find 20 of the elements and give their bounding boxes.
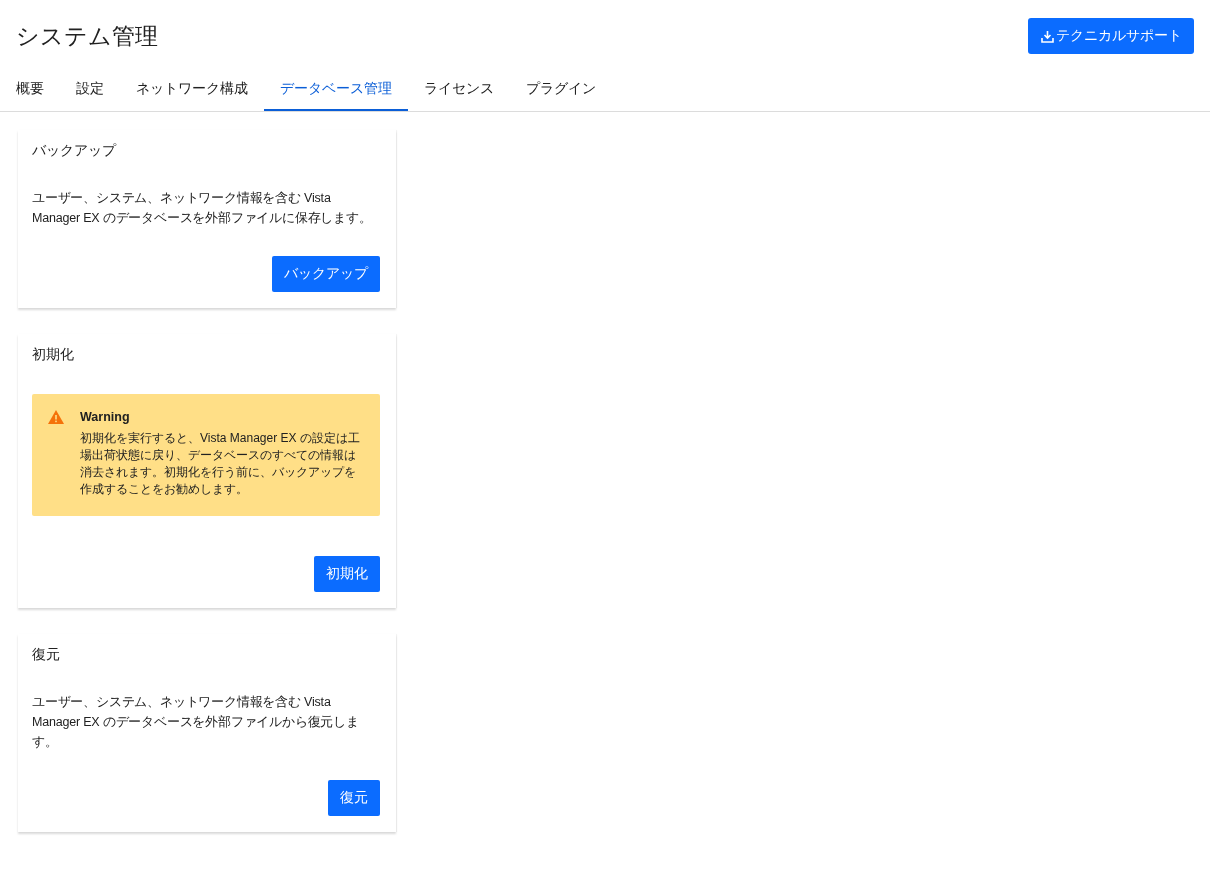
page-title: システム管理 (16, 21, 158, 51)
tab[interactable]: データベース管理 (264, 68, 408, 111)
technical-support-button[interactable]: テクニカルサポート (1028, 18, 1194, 54)
tab[interactable]: ライセンス (408, 68, 510, 111)
tab[interactable]: 設定 (60, 68, 120, 111)
tab[interactable]: プラグイン (510, 68, 612, 111)
card-title: 復元 (32, 645, 61, 664)
card-description: ユーザー、システム、ネットワーク情報を含む Vista Manager EX のデータベースを外部ファイルに保存します。 (32, 190, 373, 227)
download-icon (1041, 29, 1054, 43)
warning-message: 初期化を実行すると、Vista Manager EX の設定は工場出荷状態に戻り、データベースのすべての情報は消去されます。初期化を行う前に、バックアップを作成することをお勧めします。 (80, 430, 361, 498)
card-title: 初期化 (32, 345, 75, 364)
card-title: バックアップ (32, 141, 118, 160)
action-button[interactable]: 初期化 (314, 556, 380, 592)
warning-heading: Warning (80, 410, 131, 424)
tab[interactable]: ネットワーク構成 (120, 68, 264, 111)
action-button[interactable]: バックアップ (272, 256, 380, 292)
action-button[interactable]: 復元 (328, 780, 380, 816)
warning-icon (48, 410, 64, 424)
tab[interactable]: 概要 (0, 68, 60, 111)
card-description: ユーザー、システム、ネットワーク情報を含む Vista Manager EX のデータベースを外部ファイルから復元します。 (32, 694, 360, 751)
